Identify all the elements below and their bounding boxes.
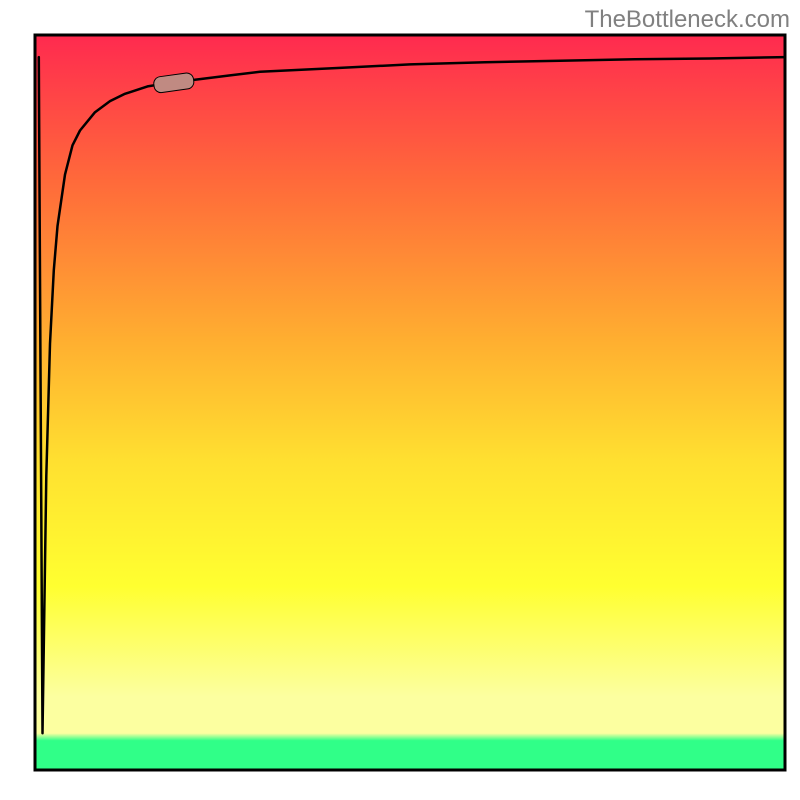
plot-background (35, 35, 785, 770)
chart-container: TheBottleneck.com (0, 0, 800, 800)
watermark-text: TheBottleneck.com (585, 6, 790, 34)
chart-svg (0, 0, 800, 800)
